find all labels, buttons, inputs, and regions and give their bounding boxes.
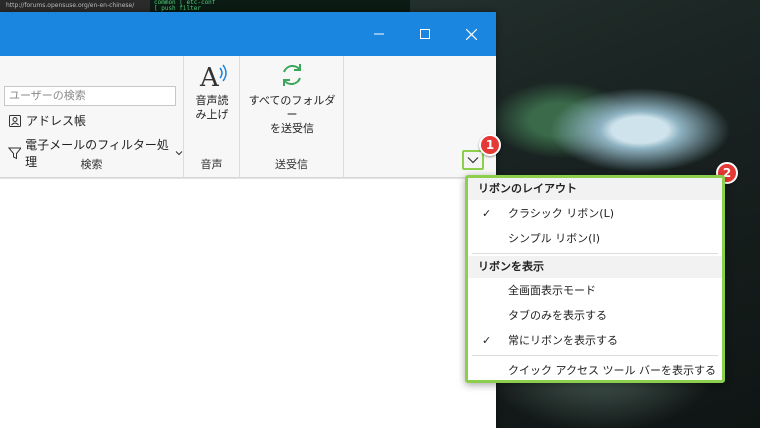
send-receive-all-button[interactable]: すべてのフォルダー を送受信: [244, 60, 340, 136]
close-icon: [465, 28, 477, 40]
ribbon-options-menu: リボンのレイアウト ✓ クラシック リボン(L) シンプル リボン(I) リボン…: [465, 175, 725, 402]
outlook-window: ユーザーの検索 アドレス帳 電子メールのフィルター処理 検索 A 音声読 み上げ…: [0, 12, 496, 428]
title-bar: [0, 12, 496, 56]
menu-item-fullscreen-mode[interactable]: 全画面表示モード: [468, 278, 722, 303]
sync-icon: [283, 64, 301, 86]
menu-separator: [472, 355, 718, 356]
minimize-button[interactable]: [356, 20, 402, 48]
voice-group-label: 音声: [200, 158, 223, 171]
menu-item-simple-ribbon[interactable]: シンプル リボン(I): [468, 226, 722, 251]
read-aloud-label-1: 音声読: [195, 94, 229, 107]
ribbon: ユーザーの検索 アドレス帳 電子メールのフィルター処理 検索 A 音声読 み上げ…: [0, 56, 496, 178]
checkmark-icon: ✓: [482, 334, 492, 347]
menu-item-label: シンプル リボン(I): [508, 232, 600, 245]
address-book-button[interactable]: アドレス帳: [8, 112, 86, 129]
address-book-label: アドレス帳: [26, 114, 87, 128]
address-book-icon: [9, 114, 21, 127]
minimize-icon: [374, 33, 384, 35]
send-receive-label-1: すべてのフォルダー: [248, 94, 336, 121]
menu-item-show-tabs-only[interactable]: タブのみを表示する: [468, 303, 722, 328]
read-aloud-icon: A: [199, 63, 227, 93]
svg-text:A: A: [199, 63, 220, 90]
send-receive-label-2: を送受信: [270, 122, 314, 135]
menu-heading-show-ribbon: リボンを表示: [468, 256, 722, 278]
menu-item-label: 常にリボンを表示する: [508, 334, 618, 347]
search-group-label: 検索: [80, 158, 103, 171]
close-button[interactable]: [448, 20, 494, 48]
read-aloud-button[interactable]: A 音声読 み上げ: [188, 60, 236, 122]
send-receive-group-label: 送受信: [275, 158, 308, 171]
maximize-icon: [420, 29, 430, 39]
menu-item-always-show-ribbon[interactable]: ✓ 常にリボンを表示する: [468, 328, 722, 353]
ribbon-group-search: ユーザーの検索 アドレス帳 電子メールのフィルター処理 検索: [0, 56, 184, 178]
menu-separator: [472, 253, 718, 254]
menu-item-classic-ribbon[interactable]: ✓ クラシック リボン(L): [468, 201, 722, 226]
read-aloud-label-2: み上げ: [195, 108, 229, 121]
menu-item-show-quick-access-toolbar[interactable]: クイック アクセス ツール バーを表示する (S): [468, 358, 722, 402]
menu-item-label: 全画面表示モード: [508, 284, 596, 297]
ribbon-group-voice: A 音声読 み上げ 音声: [184, 56, 240, 178]
menu-heading-layout: リボンのレイアウト: [468, 178, 722, 200]
main-content-area: [0, 178, 496, 428]
ribbon-group-send-receive: すべてのフォルダー を送受信 送受信: [240, 56, 344, 178]
search-placeholder: ユーザーの検索: [9, 89, 86, 102]
menu-item-label: クラシック リボン(L): [508, 207, 614, 220]
search-people-input[interactable]: ユーザーの検索: [4, 86, 176, 106]
chevron-down-icon: [467, 157, 479, 164]
background-terminal: common [ etc-conf [ push filter: [150, 0, 410, 12]
background-browser-url: http://forums.opensuse.org/en-en-chinese…: [0, 0, 150, 12]
maximize-button[interactable]: [402, 20, 448, 48]
ribbon-display-options-button[interactable]: [462, 150, 484, 170]
step-badge-1: 1: [479, 134, 501, 156]
checkmark-icon: ✓: [482, 207, 492, 220]
menu-item-label: タブのみを表示する: [508, 309, 607, 322]
